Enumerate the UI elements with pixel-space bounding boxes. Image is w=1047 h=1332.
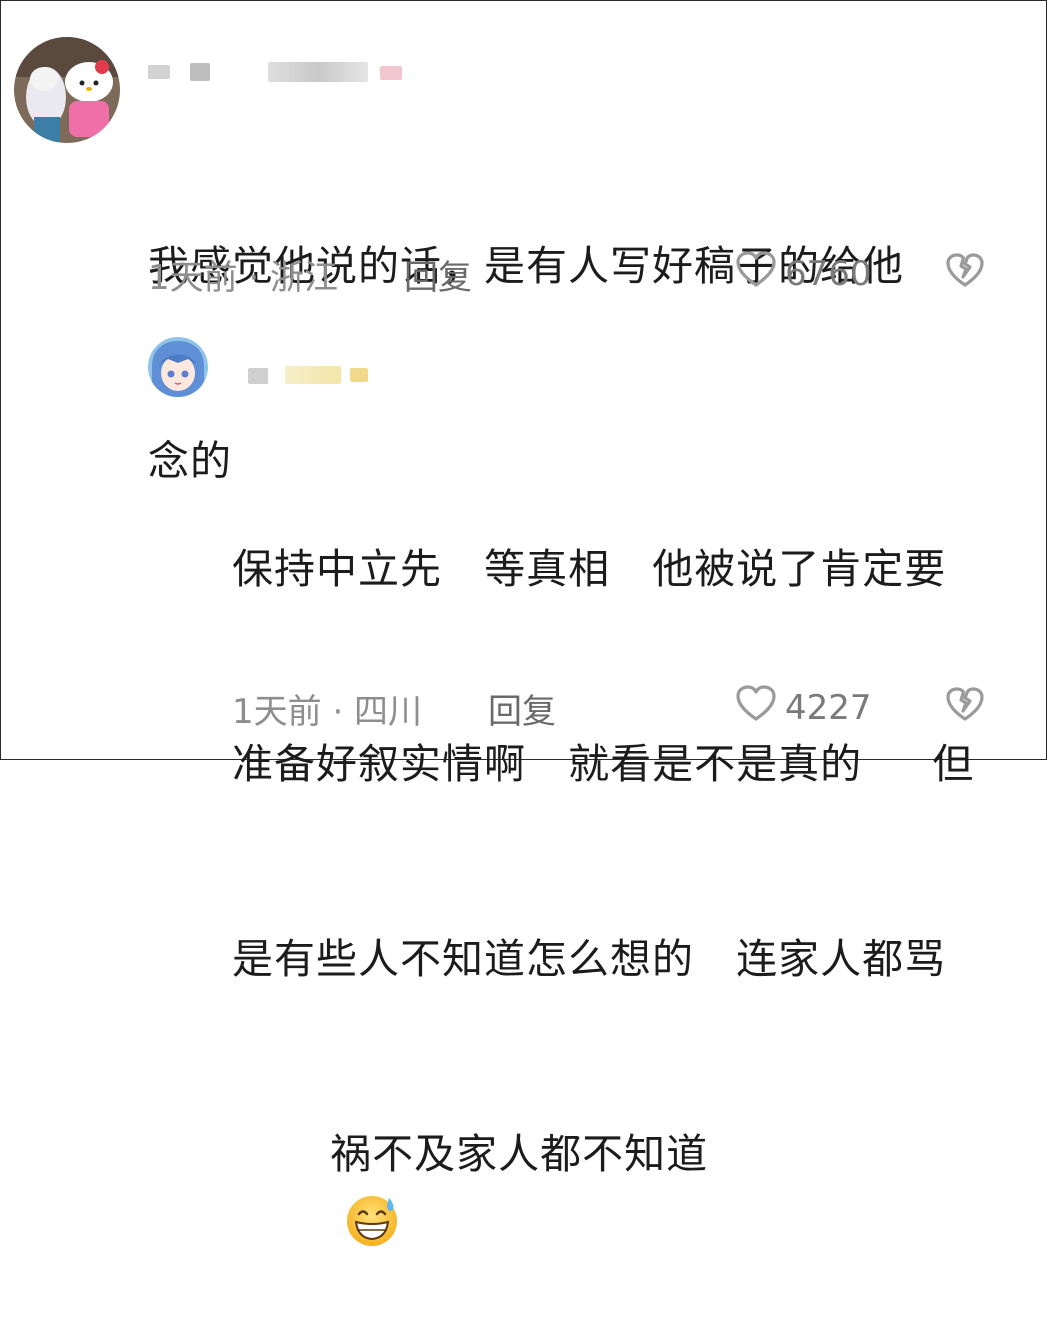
avatar[interactable] [148,337,208,397]
blurred-username [350,368,368,382]
blurred-username [190,63,210,81]
heart-outline-icon [735,684,777,731]
like-count: 4227 [785,687,872,728]
comment-line: 保持中立先 等真相 他被说了肯定要 [232,545,947,593]
comment-line: 是有些人不知道怎么想的 连家人都骂 [232,935,947,983]
blurred-username [285,366,341,384]
reply-button[interactable]: 回复 [404,250,472,299]
avatar[interactable] [14,37,120,143]
like-button[interactable]: 6760 [735,250,872,297]
comment-meta: 1天前 · 浙江 [148,258,339,298]
like-count: 6760 [785,253,872,294]
broken-heart-icon [945,253,985,292]
like-button[interactable]: 4227 [735,684,872,731]
heart-outline-icon [735,250,777,297]
comment-meta: 1天前 · 四川 [232,692,423,732]
reply-button[interactable]: 回复 [488,684,556,733]
dislike-button[interactable] [945,252,985,292]
blurred-username [380,66,402,80]
dislike-button[interactable] [945,686,985,726]
comment-text: 保持中立先 等真相 他被说了肯定要 准备好叙实情啊 就看是不是真的 但 是有些人… [232,407,974,1317]
comment-line: 准备好叙实情啊 就看是不是真的 但 [232,740,975,788]
blurred-username [268,62,368,82]
grinning-sweat-emoji [232,1127,398,1246]
comment-line: 祸不及家人都不知道 [232,1122,974,1246]
blurred-username [248,368,268,384]
blurred-username [148,65,170,79]
broken-heart-icon [945,687,985,726]
